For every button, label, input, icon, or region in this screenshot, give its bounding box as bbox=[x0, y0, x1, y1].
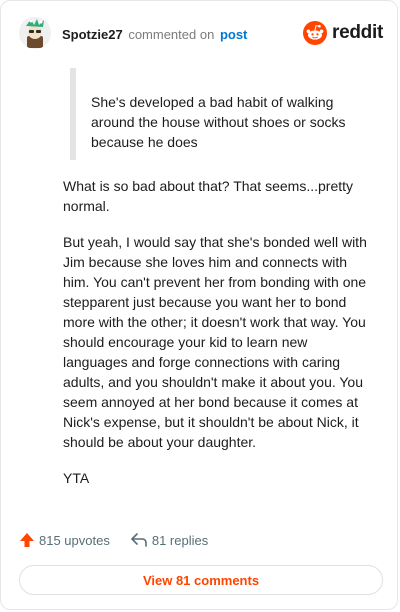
user-avatar-icon[interactable] bbox=[19, 17, 51, 49]
comment-paragraph: But yeah, I would say that she's bonded … bbox=[63, 234, 367, 450]
comment-body: What is so bad about that? That seems...… bbox=[63, 176, 375, 504]
comment-stats: 815 upvotes 81 replies bbox=[19, 530, 208, 550]
comment-card: Spotzie27 commented on post reddit She's… bbox=[0, 0, 398, 610]
replies-stat[interactable]: 81 replies bbox=[130, 532, 208, 548]
upvotes-label: 815 upvotes bbox=[39, 532, 110, 548]
reddit-snoo-icon bbox=[303, 21, 328, 45]
comment-meta: Spotzie27 commented on post bbox=[62, 27, 247, 42]
reddit-wordmark: reddit bbox=[332, 22, 383, 43]
username-link[interactable]: Spotzie27 bbox=[62, 27, 123, 42]
comment-header: Spotzie27 commented on post reddit bbox=[19, 17, 383, 51]
commented-on-text: commented on bbox=[128, 27, 215, 42]
comment-paragraph: What is so bad about that? That seems...… bbox=[63, 178, 354, 214]
view-comments-button[interactable]: View 81 comments bbox=[19, 565, 383, 595]
comment-paragraph: YTA bbox=[63, 470, 90, 486]
upvotes-stat[interactable]: 815 upvotes bbox=[19, 532, 110, 548]
quote-text: She's developed a bad habit of walking a… bbox=[91, 94, 346, 150]
reddit-logo[interactable]: reddit bbox=[303, 20, 383, 46]
reply-arrow-icon bbox=[131, 533, 147, 547]
upvote-arrow-icon bbox=[20, 533, 34, 547]
post-link[interactable]: post bbox=[220, 27, 247, 42]
replies-label: 81 replies bbox=[151, 532, 209, 548]
quote-bar bbox=[70, 68, 76, 160]
